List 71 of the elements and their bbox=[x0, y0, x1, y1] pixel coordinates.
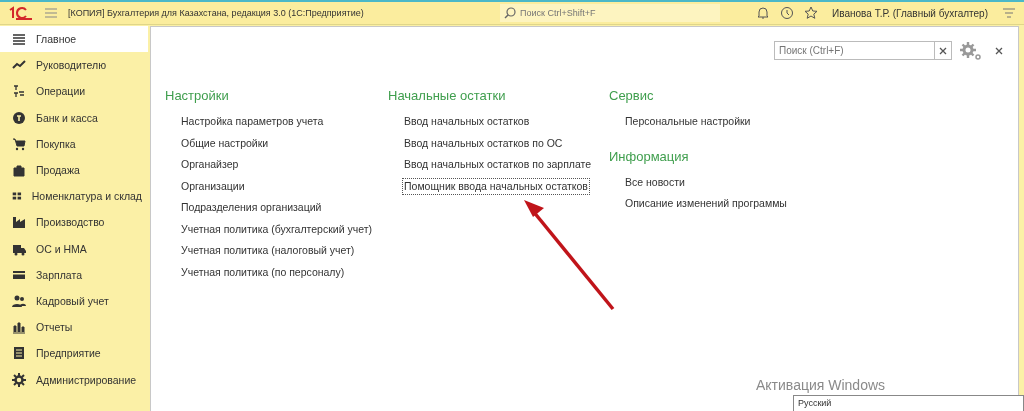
coin-icon bbox=[12, 110, 26, 125]
people-icon bbox=[12, 293, 26, 308]
building-icon bbox=[12, 346, 26, 361]
sidebar-label: Предприятие bbox=[36, 347, 101, 360]
search-field[interactable]: Поиск Ctrl+Shift+F bbox=[500, 4, 721, 22]
sidebar-item[interactable]: Банк и касса bbox=[0, 104, 148, 131]
sidebar-label: Продажа bbox=[36, 164, 80, 177]
user-name[interactable]: Иванова Т.Р. (Главный бухгалтер) bbox=[832, 7, 988, 19]
search-icon bbox=[504, 7, 517, 19]
menu-link[interactable]: Персональные настройки bbox=[623, 113, 753, 131]
sidebar-label: Производство bbox=[36, 216, 105, 229]
star-icon[interactable] bbox=[804, 6, 819, 20]
menu-link[interactable]: Учетная политика (бухгалтерский учет) bbox=[179, 220, 374, 238]
menu-link[interactable]: Учетная политика (налоговый учет) bbox=[179, 242, 357, 260]
menu-link[interactable]: Все новости bbox=[623, 173, 687, 191]
section-heading: Информация bbox=[609, 148, 690, 164]
menu-icon bbox=[12, 32, 26, 47]
window-title: [КОПИЯ] Бухгалтерия для Казахстана, редакция 3.0 (1С:Предприятие) bbox=[68, 8, 365, 18]
logo-icon bbox=[8, 6, 34, 20]
sidebar-label: Зарплата bbox=[36, 268, 82, 281]
clear-button[interactable] bbox=[934, 41, 952, 60]
sidebar-item[interactable]: ОС и НМА bbox=[0, 235, 148, 262]
settings-icon[interactable] bbox=[960, 41, 982, 60]
activation-notice: Активация Windows bbox=[756, 377, 886, 393]
menu-link[interactable]: Ввод начальных остатков по ОС bbox=[402, 134, 565, 152]
menu-link[interactable]: Общие настройки bbox=[179, 134, 271, 152]
factory-icon bbox=[12, 215, 26, 230]
sidebar-label: Главное bbox=[36, 33, 77, 46]
sidebar-label: Банк и касса bbox=[36, 111, 98, 124]
section-heading: Начальные остатки bbox=[388, 88, 507, 103]
sidebar-item[interactable]: Производство bbox=[0, 209, 148, 236]
history-icon[interactable] bbox=[780, 6, 795, 20]
section-heading: Настройки bbox=[165, 88, 230, 103]
close-icon bbox=[938, 45, 948, 56]
bag-icon bbox=[12, 163, 26, 178]
menu-link[interactable]: Настройка параметров учета bbox=[179, 113, 326, 131]
sidebar-item[interactable]: Отчеты bbox=[0, 314, 148, 341]
sidebar-label: Кадровый учет bbox=[36, 294, 109, 307]
sidebar-label: Покупка bbox=[36, 137, 76, 150]
sidebar-label: Операции bbox=[36, 85, 86, 98]
menu-link[interactable]: Ввод начальных остатков bbox=[402, 113, 532, 131]
bar-chart-icon bbox=[12, 320, 26, 335]
sidebar-item[interactable]: Администрирование bbox=[0, 366, 148, 393]
sidebar-label: ОС и НМА bbox=[36, 242, 87, 255]
sidebar-label: Отчеты bbox=[36, 321, 73, 334]
menu-link[interactable]: Органайзер bbox=[179, 156, 241, 174]
sidebar-item[interactable]: Зарплата bbox=[0, 261, 148, 288]
menu-link[interactable]: Учетная политика (по персоналу) bbox=[179, 263, 347, 281]
sidebar-item[interactable]: Покупка bbox=[0, 130, 148, 157]
gear-icon bbox=[12, 372, 26, 387]
sidebar-item[interactable]: Руководителю bbox=[0, 52, 148, 79]
menu-link[interactable]: Организации bbox=[179, 177, 247, 195]
sidebar-item[interactable]: Операции bbox=[0, 78, 148, 105]
sidebar-label: Администрирование bbox=[36, 373, 137, 386]
section-heading: Сервис bbox=[609, 88, 655, 103]
menu-link[interactable]: Помощник ввода начальных остатков bbox=[402, 177, 590, 195]
bell-icon[interactable] bbox=[756, 6, 771, 20]
sidebar-item[interactable]: Предприятие bbox=[0, 340, 148, 367]
sidebar-label: Номенклатура и склад bbox=[31, 190, 142, 203]
debit-credit-icon bbox=[12, 84, 26, 99]
menu-link[interactable]: Описание изменений программы bbox=[623, 195, 789, 213]
sidebar-label: Руководителю bbox=[36, 59, 107, 72]
language-tooltip: Русский bbox=[793, 395, 1024, 411]
menu-link[interactable]: Ввод начальных остатков по зарплате bbox=[402, 156, 594, 174]
sidebar-item[interactable]: Кадровый учет bbox=[0, 287, 148, 315]
sidebar-item[interactable]: Номенклатура и склад bbox=[0, 183, 148, 210]
sidebar-item[interactable]: Продажа bbox=[0, 156, 148, 184]
sidebar-item[interactable]: Главное bbox=[0, 26, 148, 53]
menu-link[interactable]: Подразделения организаций bbox=[179, 199, 324, 217]
search-field[interactable]: Поиск (Ctrl+F) bbox=[774, 41, 934, 60]
cart-icon bbox=[12, 136, 26, 151]
